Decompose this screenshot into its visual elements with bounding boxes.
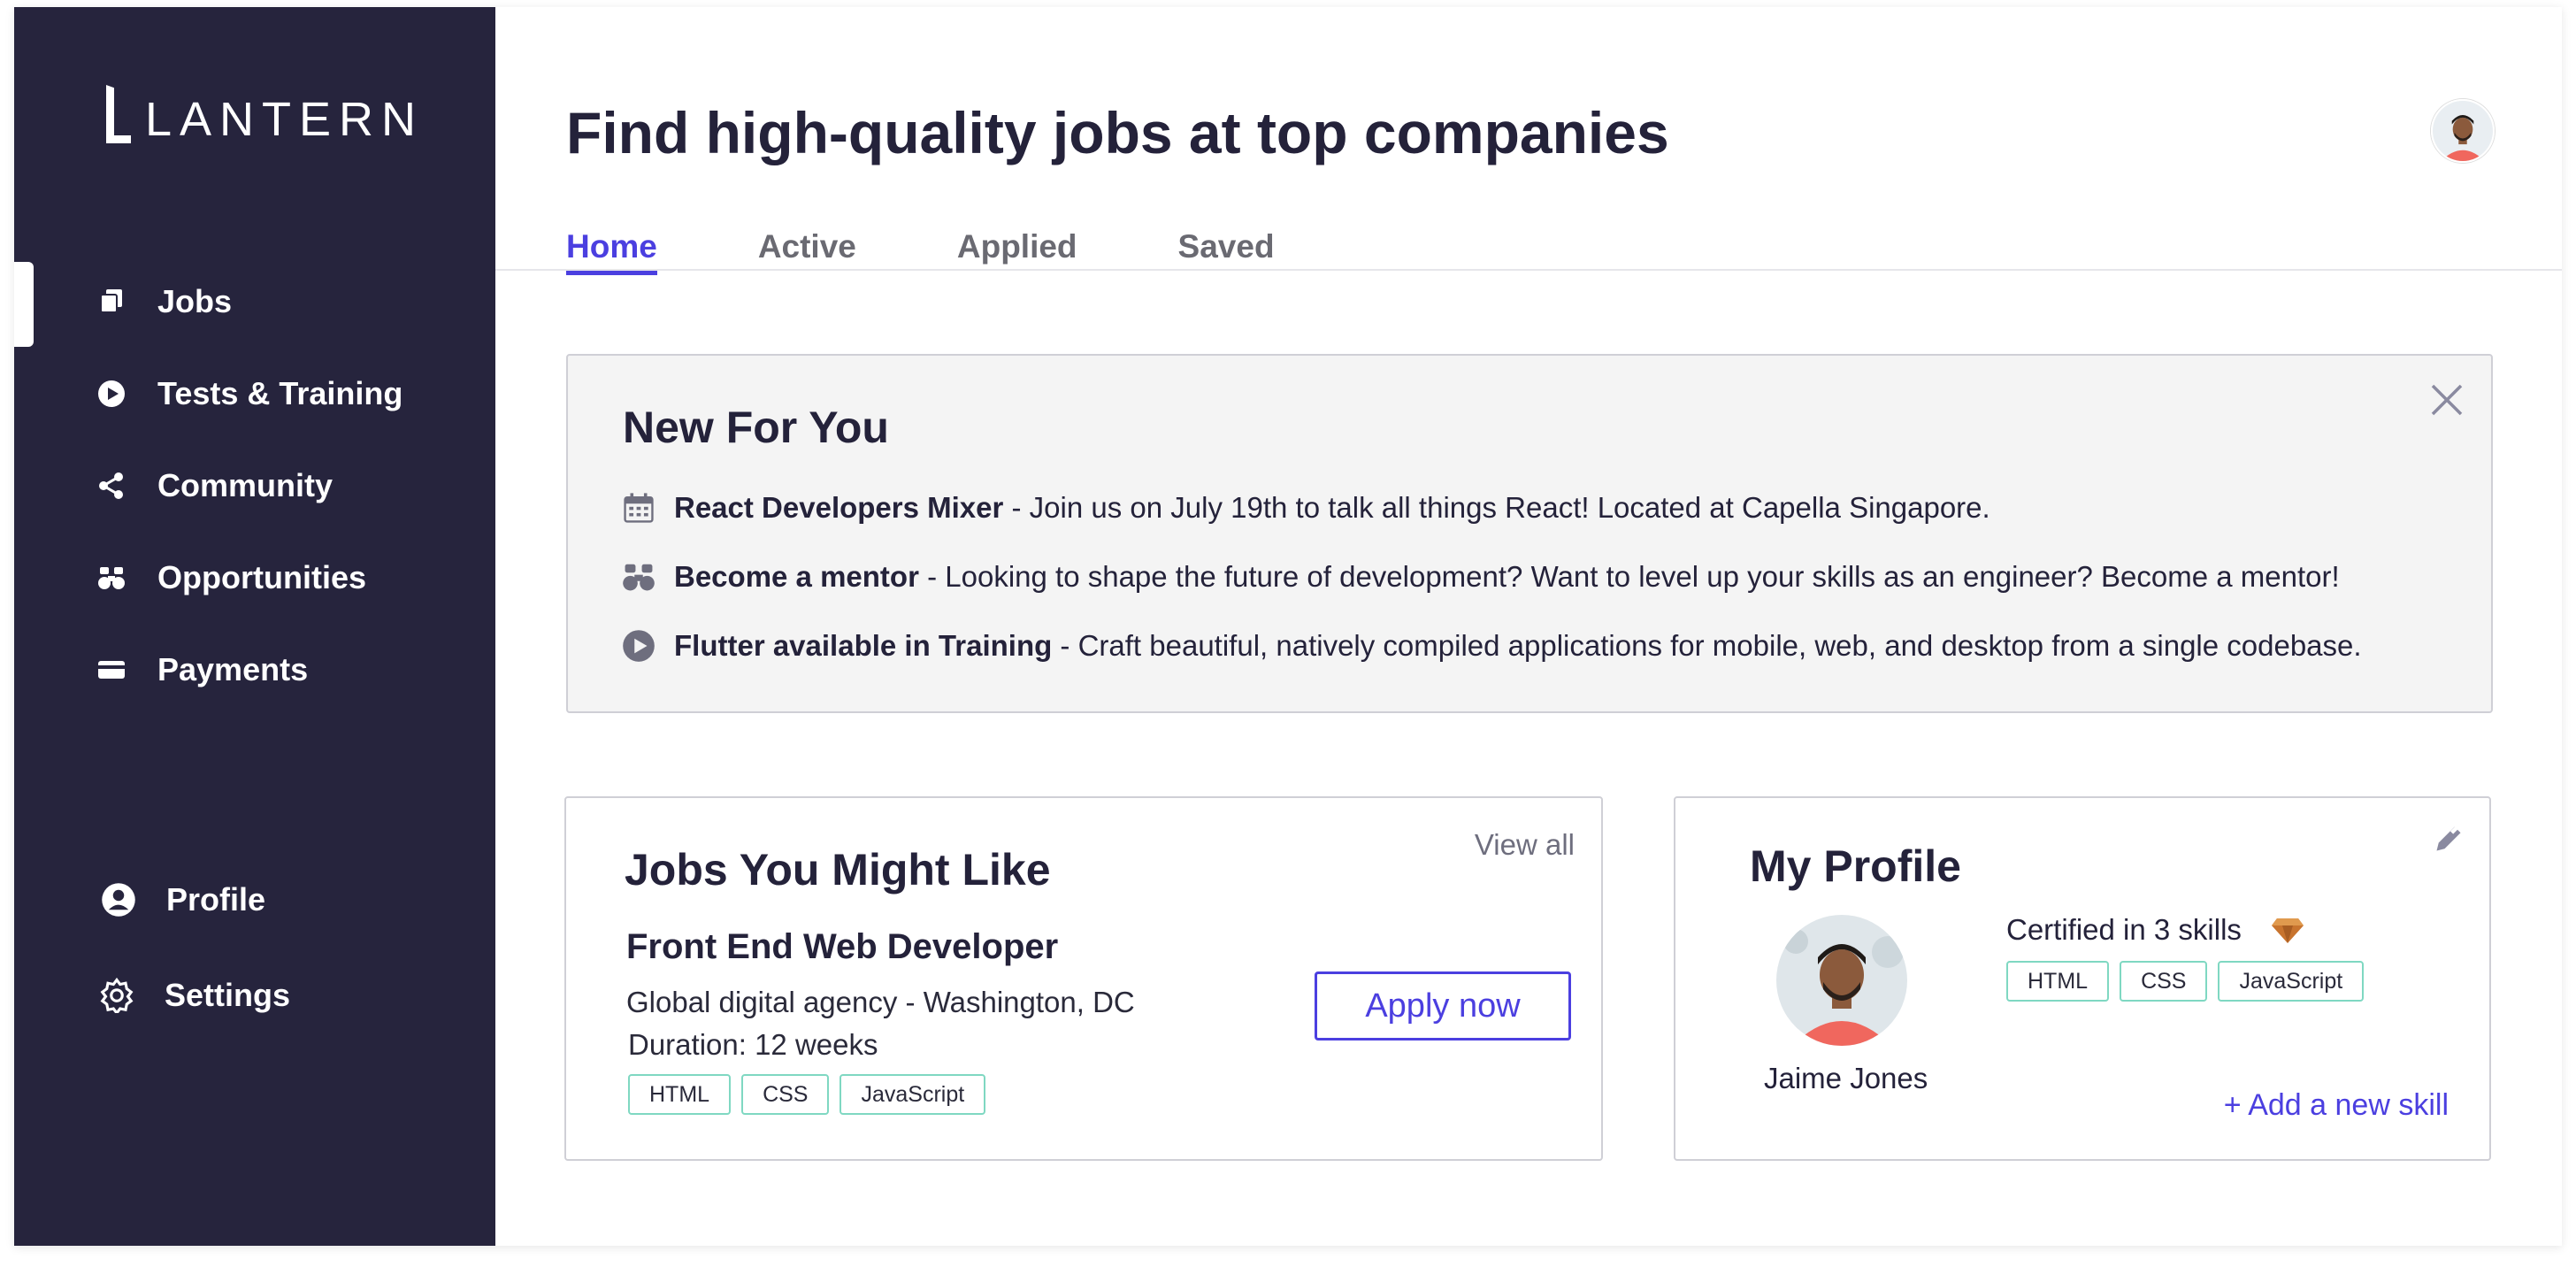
news-text: - Craft beautiful, natively compiled app… [1052,629,2362,662]
close-icon [2431,384,2463,416]
profile-photo [1776,915,1907,1046]
certified-skills: Certified in 3 skills [2006,913,2304,947]
user-circle-icon [101,882,136,918]
app-window: LANTERN Jobs Tests & Training Community [14,7,2562,1246]
credit-card-icon [96,654,127,686]
tab-divider [495,269,2562,271]
skill-chip: HTML [628,1074,732,1115]
news-item[interactable]: React Developers Mixer - Join us on July… [621,490,1990,526]
skill-chip: JavaScript [840,1074,986,1115]
play-circle-icon [621,628,656,664]
active-nav-indicator [14,262,34,347]
news-item[interactable]: Become a mentor - Looking to shape the f… [621,559,2340,595]
new-for-you-title: New For You [623,403,889,452]
job-duration: Duration: 12 weeks [628,1028,878,1061]
news-item[interactable]: Flutter available in Training - Craft be… [621,628,2362,664]
sidebar-item-jobs[interactable]: Jobs [96,283,232,320]
lantern-logo-icon [103,85,131,143]
page-title: Find high-quality jobs at top companies [566,100,1669,165]
profile-skill-chips: HTML CSS JavaScript [2006,961,2374,1002]
skill-chip: CSS [741,1074,830,1115]
skill-chip: CSS [2120,961,2208,1002]
sidebar-item-label: Settings [165,977,291,1013]
gem-icon [2271,918,2304,943]
skill-chip: JavaScript [2218,961,2365,1002]
certified-text: Certified in 3 skills [2006,913,2242,946]
sidebar-item-opportunities[interactable]: Opportunities [96,559,366,596]
job-company-location: Global digital agency - Washington, DC [626,986,1135,1018]
sidebar-item-settings[interactable]: Settings [99,977,290,1014]
close-button[interactable] [2427,380,2466,419]
sidebar-item-label: Community [157,467,333,503]
binoculars-icon [96,562,127,594]
sidebar-item-label: Profile [166,881,266,918]
play-circle-icon [96,378,127,410]
sidebar-item-label: Jobs [157,283,233,319]
share-nodes-icon [96,470,127,502]
sidebar-item-tests-training[interactable]: Tests & Training [96,375,402,412]
pencil-icon [2436,825,2461,851]
job-skill-chips: HTML CSS JavaScript [628,1074,996,1115]
calendar-icon [621,490,656,526]
sidebar: LANTERN Jobs Tests & Training Community [14,7,495,1246]
news-headline: Become a mentor [674,560,919,593]
skill-chip: HTML [2006,961,2110,1002]
gear-icon [99,978,134,1013]
profile-card-title: My Profile [1750,841,1961,891]
news-text: - Join us on July 19th to talk all thing… [1003,491,1990,524]
sidebar-item-profile[interactable]: Profile [101,881,265,918]
view-all-link[interactable]: View all [1475,828,1575,862]
sidebar-item-label: Tests & Training [157,375,403,411]
brand-logo[interactable]: LANTERN [103,85,424,143]
brand-name: LANTERN [145,93,425,146]
news-headline: React Developers Mixer [674,491,1004,524]
edit-profile-button[interactable] [2433,823,2468,858]
binoculars-icon [621,559,656,595]
new-for-you-panel: New For You React Developers Mixer - Joi… [566,354,2493,713]
sidebar-item-label: Opportunities [157,559,366,595]
news-text: - Looking to shape the future of develop… [918,560,2340,593]
sidebar-item-label: Payments [157,651,309,687]
user-avatar-button[interactable] [2431,99,2495,163]
profile-name: Jaime Jones [1764,1062,1928,1094]
avatar [2433,101,2493,161]
add-skill-link[interactable]: + Add a new skill [2224,1088,2449,1123]
avatar[interactable] [1776,915,1907,1046]
jobs-you-might-like-card: Jobs You Might Like View all Front End W… [564,796,1603,1161]
job-title[interactable]: Front End Web Developer [626,927,1058,967]
news-headline: Flutter available in Training [674,629,1053,662]
jobs-card-title: Jobs You Might Like [625,845,1051,895]
apply-now-button[interactable]: Apply now [1315,971,1571,1040]
jobs-icon [96,286,127,318]
sidebar-item-community[interactable]: Community [96,467,333,504]
my-profile-card: My Profile Jaime Jones Certified in 3 sk… [1674,796,2491,1161]
sidebar-item-payments[interactable]: Payments [96,651,308,688]
